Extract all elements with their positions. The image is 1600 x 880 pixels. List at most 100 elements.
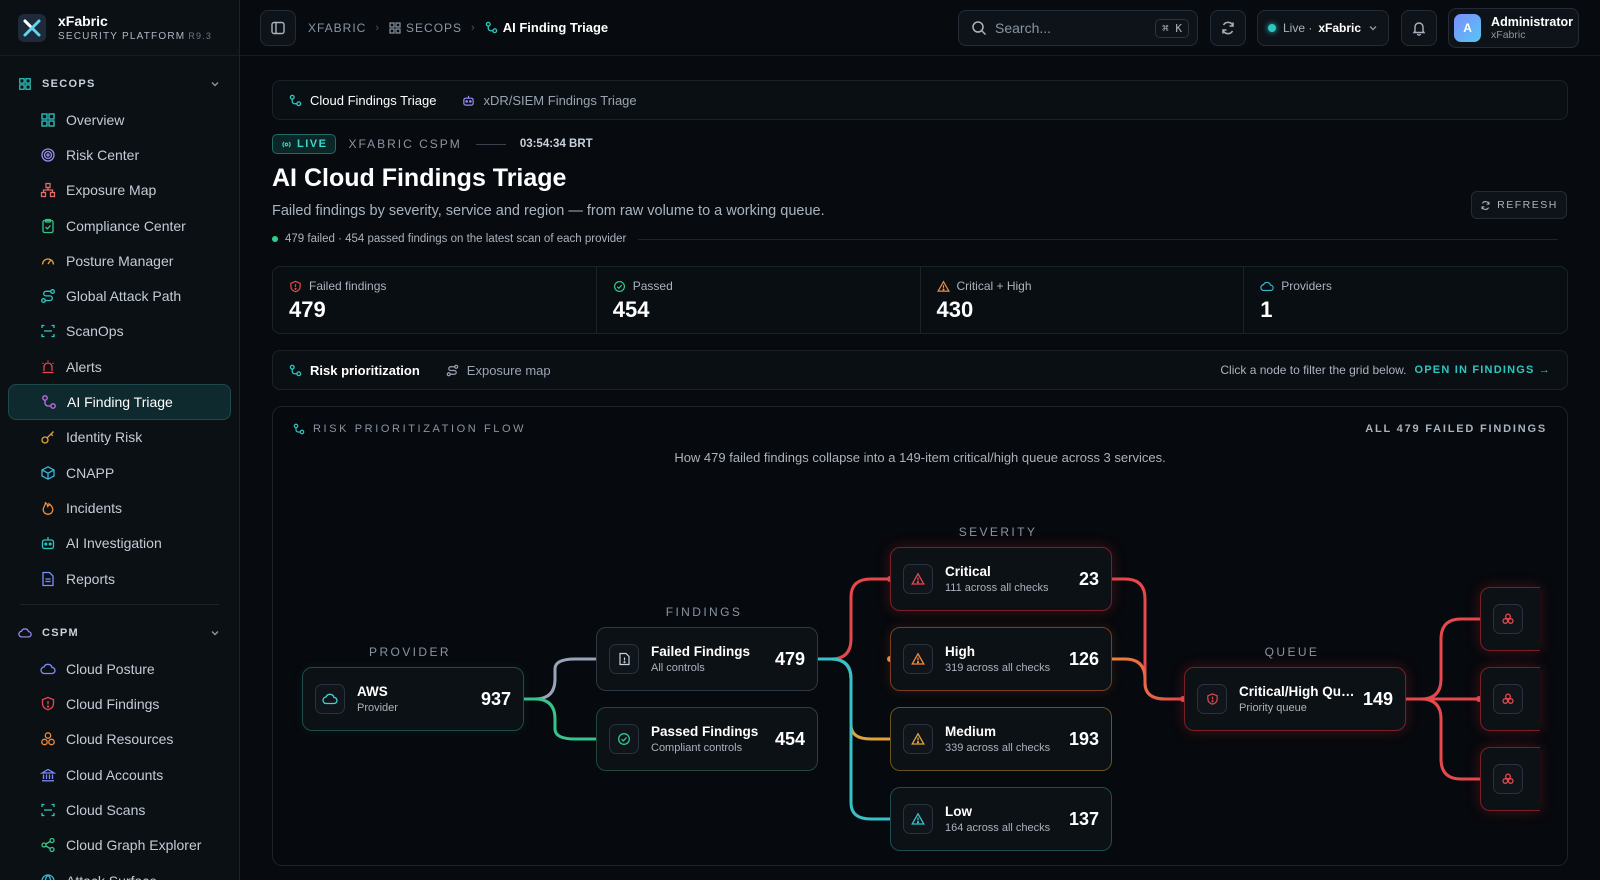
workflow-icon [289, 364, 302, 376]
gauge-icon [41, 258, 55, 265]
tab-risk-prioritization[interactable]: Risk prioritization [289, 363, 420, 378]
user-org: xFabric [1491, 29, 1526, 41]
sidebar-nav: SECOPS Overview Risk Center Exposure Map Com… [0, 66, 239, 880]
open-in-findings-link[interactable]: OPEN IN FINDINGS → [1415, 364, 1552, 376]
stat-label: Providers [1281, 279, 1332, 293]
sidebar-item-label: Cloud Scans [66, 801, 146, 818]
sidebar-item-scanops[interactable]: ScanOps [8, 314, 231, 349]
workspace-selector[interactable]: Live · xFabric [1257, 10, 1389, 46]
tab-exposure-map[interactable]: Exposure map [446, 363, 551, 378]
siren-icon [42, 360, 54, 373]
sidebar-item-cloud-graph-explorer[interactable]: Cloud Graph Explorer [8, 828, 231, 863]
tab-xdr-siem-findings-triage[interactable]: xDR/SIEM Findings Triage [462, 93, 637, 108]
grid-icon [19, 78, 31, 90]
reload-button[interactable] [1210, 10, 1246, 46]
sidebar-item-overview[interactable]: Overview [8, 102, 231, 137]
node-name: Failed Findings [651, 644, 751, 659]
sidebar-item-label: ScanOps [66, 323, 124, 340]
node-name: Critical [945, 564, 991, 579]
node-provider-aws[interactable]: AWS Provider 937 [302, 667, 524, 731]
sidebar: xFabric SECURITY PLATFORM R9.3 SECOPS Over… [0, 0, 240, 880]
node-service[interactable] [1480, 587, 1540, 651]
chevron-down-icon [1369, 26, 1377, 31]
sidebar-item-cloud-accounts[interactable]: Cloud Accounts [8, 757, 231, 792]
page-title: AI Cloud Findings Triage [272, 164, 567, 192]
sidebar-item-cloud-findings[interactable]: Cloud Findings [8, 686, 231, 721]
user-menu[interactable]: A Administrator xFabric [1448, 8, 1579, 48]
node-passed-findings[interactable]: Passed Findings Compliant controls 454 [596, 707, 818, 771]
node-service[interactable] [1480, 747, 1540, 811]
sidebar-section-secops[interactable]: SECOPS [0, 66, 239, 102]
sidebar-item-cloud-posture[interactable]: Cloud Posture [8, 651, 231, 686]
search-placeholder: Search... [995, 20, 1052, 36]
node-value: 149 [1362, 688, 1393, 709]
tab-label: Cloud Findings Triage [310, 92, 437, 108]
view-hint: Click a node to filter the grid below. [1220, 363, 1407, 377]
breadcrumb-xfabric[interactable]: XFABRIC [308, 21, 366, 35]
bank-icon [40, 768, 56, 782]
breadcrumb-secops-link[interactable]: SECOPS [389, 21, 462, 35]
link-queue-service-3 [1399, 697, 1481, 781]
warning-icon [911, 572, 925, 585]
node-name: Low [945, 804, 972, 819]
sidebar-item-label: Exposure Map [66, 182, 157, 199]
node-critical-high-queue[interactable]: Critical/High Queue Priority queue 149 [1184, 667, 1406, 731]
sidebar-item-incidents[interactable]: Incidents [8, 490, 231, 525]
node-value: 193 [1068, 728, 1099, 749]
column-label-provider: PROVIDER [369, 645, 451, 659]
node-severity-medium[interactable]: Medium 339 across all checks 193 [890, 707, 1112, 771]
sidebar-item-cnapp[interactable]: CNAPP [8, 455, 231, 490]
sidebar-item-exposure-map[interactable]: Exposure Map [8, 173, 231, 208]
sidebar-section-cspm[interactable]: CSPM [0, 615, 239, 651]
sidebar-item-compliance-center[interactable]: Compliance Center [8, 208, 231, 243]
sidebar-toggle-button[interactable] [260, 9, 296, 46]
search-input[interactable]: Search... ⌘ K [958, 10, 1198, 46]
notifications-button[interactable] [1401, 10, 1437, 46]
topbar: XFABRIC › SECOPS › AI Finding Triage Sea… [240, 0, 1600, 56]
sidebar-item-label: Cloud Resources [66, 731, 174, 748]
risk-flow-card: RISK PRIORITIZATION FLOW ALL 479 FAILED … [272, 406, 1568, 866]
node-service[interactable] [1480, 667, 1540, 731]
sidebar-item-alerts[interactable]: Alerts [8, 349, 231, 384]
node-subtitle: 339 across all checks [945, 742, 1051, 754]
avatar: A [1454, 14, 1482, 42]
node-icon-wrap [903, 804, 933, 834]
sidebar-item-label: Cloud Findings [66, 696, 160, 713]
sidebar-item-identity-risk[interactable]: Identity Risk [8, 420, 231, 455]
panel-left-icon [271, 21, 285, 34]
warning-icon [911, 732, 925, 745]
brand[interactable]: xFabric SECURITY PLATFORM R9.3 [0, 0, 239, 56]
sidebar-item-attack-surface[interactable]: Attack Surface [8, 863, 231, 880]
node-icon-wrap [609, 644, 639, 674]
scan-summary-text: 479 failed · 454 passed findings on the … [285, 233, 627, 245]
scan-summary: 479 failed · 454 passed findings on the … [272, 233, 1568, 245]
sidebar-item-posture-manager[interactable]: Posture Manager [8, 243, 231, 278]
divider [638, 238, 1559, 240]
node-failed-findings[interactable]: Failed Findings All controls 479 [596, 627, 818, 691]
sidebar-item-label: CNAPP [66, 464, 115, 481]
stat-value: 430 [936, 297, 974, 322]
sidebar-item-cloud-scans[interactable]: Cloud Scans [8, 792, 231, 827]
sidebar-item-label: Alerts [66, 358, 102, 375]
node-severity-low[interactable]: Low 164 across all checks 137 [890, 787, 1112, 851]
stat-value: 1 [1260, 297, 1273, 322]
sidebar-item-reports[interactable]: Reports [8, 561, 231, 596]
stat-passed: Passed 454 [597, 267, 921, 333]
stat-label: Passed [632, 279, 673, 293]
refresh-button[interactable]: REFRESH [1471, 191, 1567, 219]
view-toolbar: Risk prioritization Exposure map Click a… [272, 350, 1568, 390]
node-subtitle: 164 across all checks [945, 822, 1051, 834]
sidebar-item-label: Cloud Accounts [66, 766, 164, 783]
brand-name: xFabric [58, 13, 108, 29]
node-icon-wrap [903, 564, 933, 594]
box-icon [41, 465, 55, 480]
live-status-dot [1268, 24, 1276, 32]
sidebar-item-risk-center[interactable]: Risk Center [8, 137, 231, 172]
tab-cloud-findings-triage[interactable]: Cloud Findings Triage [289, 93, 436, 108]
sidebar-item-cloud-resources[interactable]: Cloud Resources [8, 722, 231, 757]
sidebar-item-global-attack-path[interactable]: Global Attack Path [8, 278, 231, 313]
node-severity-critical[interactable]: Critical 111 across all checks 23 [890, 547, 1112, 611]
node-severity-high[interactable]: High 319 across all checks 126 [890, 627, 1112, 691]
sidebar-item-ai-finding-triage[interactable]: AI Finding Triage [8, 384, 231, 420]
sidebar-item-ai-investigation[interactable]: AI Investigation [8, 526, 231, 561]
